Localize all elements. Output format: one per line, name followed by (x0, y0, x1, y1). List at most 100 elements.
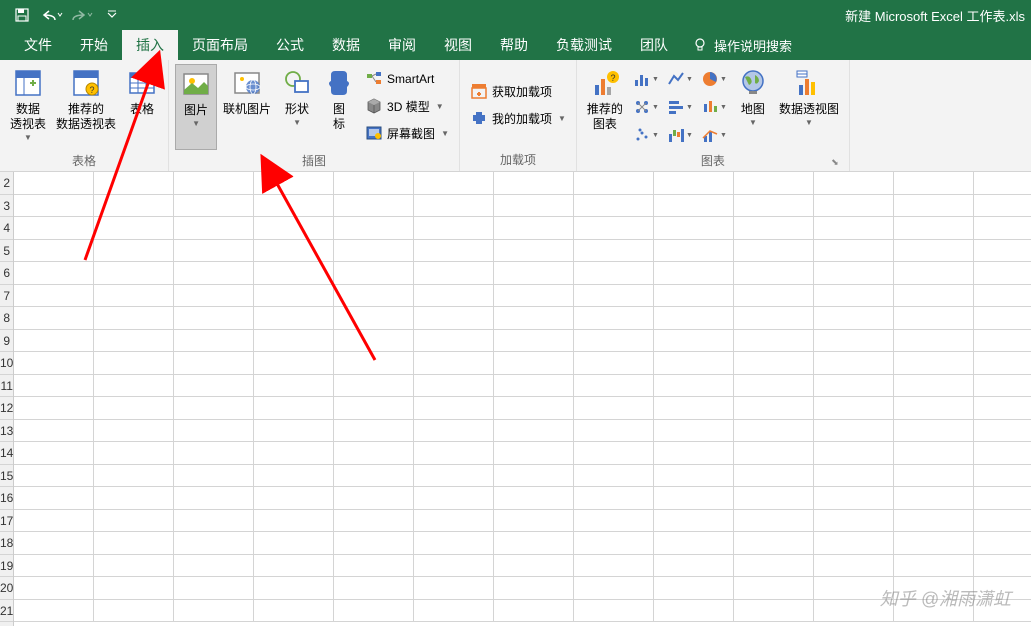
cell[interactable] (814, 487, 894, 509)
cell-grid[interactable] (14, 172, 1031, 626)
cell[interactable] (14, 555, 94, 577)
cell[interactable] (494, 195, 574, 217)
cell[interactable] (814, 420, 894, 442)
cell[interactable] (174, 217, 254, 239)
hierarchy-chart-button[interactable]: ▼ (631, 94, 661, 120)
cell[interactable] (14, 375, 94, 397)
cell[interactable] (174, 397, 254, 419)
cell[interactable] (14, 510, 94, 532)
cell[interactable] (14, 532, 94, 554)
cell[interactable] (94, 465, 174, 487)
cell[interactable] (654, 285, 734, 307)
cell[interactable] (654, 420, 734, 442)
cell[interactable] (654, 330, 734, 352)
cell[interactable] (254, 307, 334, 329)
cell[interactable] (14, 172, 94, 194)
cell[interactable] (574, 352, 654, 374)
cell[interactable] (974, 487, 1031, 509)
cell[interactable] (574, 510, 654, 532)
cell[interactable] (94, 330, 174, 352)
cell[interactable] (94, 195, 174, 217)
cell[interactable] (814, 262, 894, 284)
cell[interactable] (734, 420, 814, 442)
cell[interactable] (894, 240, 974, 262)
cell[interactable] (334, 375, 414, 397)
cell[interactable] (494, 285, 574, 307)
3d-models-button[interactable]: 3D 模型 ▼ (361, 93, 453, 119)
cell[interactable] (894, 397, 974, 419)
smartart-button[interactable]: SmartArt (361, 66, 453, 92)
cell[interactable] (94, 600, 174, 622)
cell[interactable] (94, 240, 174, 262)
cell[interactable] (414, 195, 494, 217)
cell[interactable] (94, 555, 174, 577)
cell[interactable] (974, 262, 1031, 284)
row-header[interactable]: 4 (0, 217, 13, 240)
tab-data[interactable]: 数据 (318, 30, 374, 60)
tab-home[interactable]: 开始 (66, 30, 122, 60)
tab-load-test[interactable]: 负载测试 (542, 30, 626, 60)
cell[interactable] (254, 330, 334, 352)
cell[interactable] (334, 330, 414, 352)
row-header[interactable]: 11 (0, 375, 13, 398)
combo-chart-button[interactable]: ▼ (699, 122, 729, 148)
cell[interactable] (654, 465, 734, 487)
cell[interactable] (894, 465, 974, 487)
row-header[interactable]: 9 (0, 330, 13, 353)
cell[interactable] (14, 397, 94, 419)
cell[interactable] (974, 465, 1031, 487)
cell[interactable] (814, 285, 894, 307)
cell[interactable] (574, 285, 654, 307)
cell[interactable] (894, 195, 974, 217)
cell[interactable] (574, 240, 654, 262)
cell[interactable] (734, 217, 814, 239)
cell[interactable] (254, 262, 334, 284)
cell[interactable] (174, 352, 254, 374)
cell[interactable] (654, 217, 734, 239)
cell[interactable] (654, 262, 734, 284)
cell[interactable] (414, 240, 494, 262)
cell[interactable] (574, 397, 654, 419)
row-header[interactable]: 5 (0, 240, 13, 263)
cell[interactable] (574, 262, 654, 284)
cell[interactable] (254, 397, 334, 419)
recommended-pivot-button[interactable]: ? 推荐的 数据透视表 (52, 64, 120, 150)
cell[interactable] (974, 307, 1031, 329)
cell[interactable] (14, 577, 94, 599)
cell[interactable] (814, 555, 894, 577)
cell[interactable] (254, 195, 334, 217)
cell[interactable] (654, 442, 734, 464)
cell[interactable] (94, 375, 174, 397)
cell[interactable] (654, 487, 734, 509)
cell[interactable] (974, 285, 1031, 307)
cell[interactable] (974, 330, 1031, 352)
cell[interactable] (14, 307, 94, 329)
redo-button[interactable] (68, 1, 96, 29)
cell[interactable] (814, 172, 894, 194)
cell[interactable] (414, 330, 494, 352)
cell[interactable] (334, 487, 414, 509)
cell[interactable] (894, 510, 974, 532)
cell[interactable] (174, 555, 254, 577)
cell[interactable] (414, 577, 494, 599)
cell[interactable] (414, 172, 494, 194)
cell[interactable] (174, 172, 254, 194)
pivot-chart-button[interactable]: 数据透视图 ▼ (775, 64, 843, 150)
tab-page-layout[interactable]: 页面布局 (178, 30, 262, 60)
row-header[interactable]: 18 (0, 532, 13, 555)
cell[interactable] (414, 217, 494, 239)
cell[interactable] (174, 195, 254, 217)
cell[interactable] (494, 442, 574, 464)
cell[interactable] (174, 420, 254, 442)
cell[interactable] (334, 577, 414, 599)
cell[interactable] (494, 420, 574, 442)
cell[interactable] (494, 172, 574, 194)
cell[interactable] (14, 487, 94, 509)
row-header[interactable]: 15 (0, 465, 13, 488)
cell[interactable] (974, 420, 1031, 442)
cell[interactable] (414, 285, 494, 307)
cell[interactable] (494, 465, 574, 487)
cell[interactable] (494, 555, 574, 577)
cell[interactable] (894, 375, 974, 397)
cell[interactable] (14, 352, 94, 374)
